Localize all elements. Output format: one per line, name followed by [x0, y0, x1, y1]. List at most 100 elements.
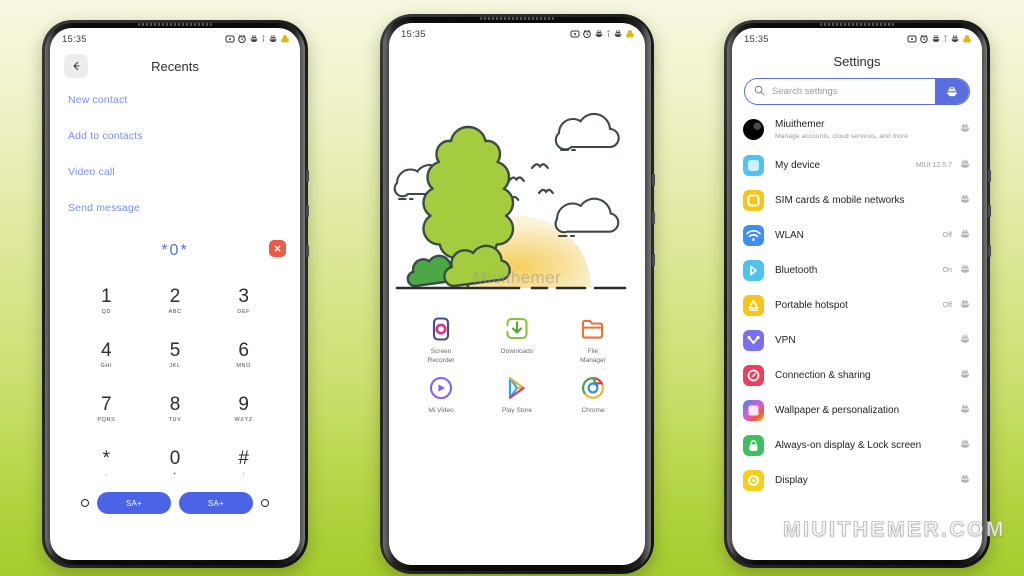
battery-icon [626, 30, 634, 38]
status-bar: 15:35 [732, 28, 982, 48]
dialpad-key-8[interactable]: 8 TUV [141, 386, 210, 432]
dialpad-key-4[interactable]: 4 GHI [72, 332, 141, 378]
app-file-manager[interactable]: File Manager [565, 315, 621, 366]
status-icons [570, 29, 635, 39]
signal-icon-2 [614, 30, 622, 37]
settings-row-text: SIM cards & mobile networks [775, 194, 959, 207]
search-bar[interactable]: Search settings [744, 78, 970, 105]
settings-row-text: WLAN [775, 229, 943, 242]
quick-action-add-to-contacts[interactable]: Add to contacts [68, 130, 282, 142]
settings-row-subtitle: Manage accounts, cloud services, and mor… [775, 133, 908, 140]
dialed-number-row: *0* [50, 238, 300, 264]
chevron-right-icon [959, 367, 971, 385]
settings-row[interactable]: SIM cards & mobile networks [732, 183, 982, 218]
chevron-right-icon [959, 227, 971, 245]
side-button[interactable] [306, 245, 309, 257]
dialpad-key-9[interactable]: 9 WXYZ [209, 386, 278, 432]
notification-icon [907, 35, 917, 43]
dialpad-key-2[interactable]: 2 ABC [141, 278, 210, 324]
settings-row-text: Display [775, 474, 959, 487]
notification-icon [225, 35, 235, 43]
settings-row-label: Portable hotspot [775, 300, 848, 312]
call-button-sim1[interactable]: SA+ [97, 492, 171, 514]
back-arrow-icon [73, 61, 80, 71]
dialpad-toggle-right[interactable] [261, 499, 269, 507]
side-button[interactable] [652, 174, 655, 186]
settings-row[interactable]: Display [732, 463, 982, 498]
settings-row[interactable]: Wallpaper & personalization [732, 393, 982, 428]
app-downloads[interactable]: Downloads [489, 315, 545, 366]
side-button[interactable] [306, 170, 309, 182]
voice-search-button[interactable] [935, 79, 969, 104]
dialpad-key-0[interactable]: 0 + [141, 440, 210, 486]
app-play-store[interactable]: Play Store [489, 374, 545, 416]
settings-row[interactable]: WLAN Off [732, 218, 982, 253]
settings-row-label: Connection & sharing [775, 370, 871, 382]
wallpaper-illustration: Miuithemer [389, 43, 645, 311]
connection-sharing-icon [743, 365, 764, 387]
battery-icon [963, 35, 971, 43]
screen-recorder-icon [427, 315, 455, 343]
quick-action-send-message[interactable]: Send message [68, 202, 282, 214]
quick-action-video-call[interactable]: Video call [68, 166, 282, 178]
dialpad-key-3[interactable]: 3 DEF [209, 278, 278, 324]
status-clock: 15:35 [401, 28, 426, 40]
device-icon [743, 155, 764, 177]
dialpad-key-digit: 8 [169, 393, 181, 415]
app-row-2: Mi Video Play Store Chrome [403, 374, 631, 416]
side-button[interactable] [988, 170, 991, 182]
battery-icon [281, 35, 289, 43]
dialpad-key-digit: 1 [101, 285, 112, 307]
settings-list[interactable]: Miuithemer Manage accounts, cloud service… [732, 111, 982, 498]
wallpaper-backdrop: 15:35 Recents New contact Add to contact… [0, 0, 1024, 576]
dialpad-key-letters: + [173, 470, 177, 477]
chevron-right-icon [959, 437, 971, 455]
quick-action-new-contact[interactable]: New contact [68, 94, 282, 106]
chevron-right-icon [959, 157, 971, 175]
settings-row[interactable]: My device MIUI 12.5.7 [732, 148, 982, 183]
settings-row[interactable]: Miuithemer Manage accounts, cloud service… [732, 111, 982, 148]
dialpad-toggle-left[interactable] [81, 499, 89, 507]
dialpad-key-letters: WXYZ [234, 416, 253, 423]
sim-indicator-icon [262, 35, 265, 42]
phone-left-screen: 15:35 Recents New contact Add to contact… [50, 28, 300, 560]
wifi-icon [743, 225, 764, 247]
dialpad-key-letters: JKL [169, 362, 181, 369]
dialer-action-row: SA+ SA+ [50, 492, 300, 514]
status-bar: 15:35 [389, 23, 645, 43]
app-screen-recorder[interactable]: Screen Recorder [413, 315, 469, 366]
dialpad-key-7[interactable]: 7 PQRS [72, 386, 141, 432]
settings-row[interactable]: Bluetooth On [732, 253, 982, 288]
file-manager-icon [579, 315, 607, 343]
settings-row[interactable]: Portable hotspot Off [732, 288, 982, 323]
side-button[interactable] [988, 245, 991, 257]
side-button[interactable] [306, 205, 309, 217]
side-button[interactable] [652, 212, 655, 224]
app-mi-video[interactable]: Mi Video [413, 374, 469, 416]
settings-row-value: Off [942, 302, 952, 310]
settings-row-label: WLAN [775, 230, 804, 242]
dialpad[interactable]: 1 QD 2 ABC 3 DEF 4 GHI 5 JKL 6 MNO 7 PQRS 8 TUV 9 WXYZ *, 0… [50, 278, 300, 486]
search-input[interactable]: Search settings [772, 86, 935, 97]
phone-middle: 15:35 Miuithemer Screen Recorder Downloa… [380, 14, 655, 574]
dialpad-key-6[interactable]: 6 MNO [209, 332, 278, 378]
side-button[interactable] [988, 205, 991, 217]
app-chrome[interactable]: Chrome [565, 374, 621, 416]
wallpaper-icon [743, 400, 764, 422]
dialpad-key-star[interactable]: *, [72, 440, 141, 486]
dialpad-key-letters: DEF [237, 308, 251, 315]
dialpad-key-digit: # [238, 447, 249, 469]
settings-row[interactable]: VPN [732, 323, 982, 358]
chevron-right-icon [959, 402, 971, 420]
dialpad-key-1[interactable]: 1 QD [72, 278, 141, 324]
back-button[interactable] [64, 54, 88, 78]
side-button[interactable] [652, 254, 655, 266]
dialpad-key-5[interactable]: 5 JKL [141, 332, 210, 378]
settings-row[interactable]: Connection & sharing [732, 358, 982, 393]
settings-row[interactable]: Always-on display & Lock screen [732, 428, 982, 463]
clear-number-button[interactable] [269, 240, 286, 257]
dialpad-key-hash[interactable]: #; [209, 440, 278, 486]
call-button-sim2[interactable]: SA+ [179, 492, 253, 514]
chevron-right-icon [959, 332, 971, 350]
sim-indicator-icon [607, 30, 610, 37]
